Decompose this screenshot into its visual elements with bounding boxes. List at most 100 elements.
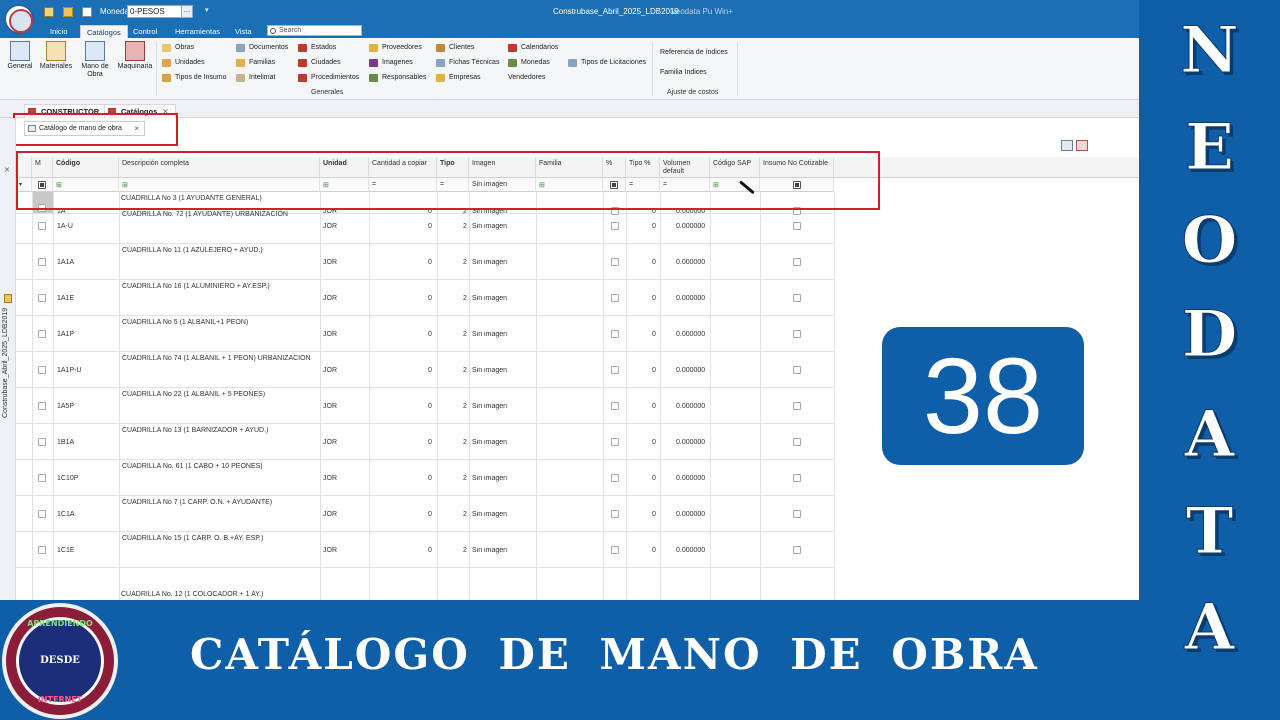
calendarios-button[interactable]: Calendarios [508,43,558,53]
folder-icon[interactable] [4,294,12,303]
side-panel-label[interactable]: Construbase_Abril_2025_LDB2019 [2,308,9,418]
row-insumo-checkbox[interactable] [793,330,801,338]
row-checkbox[interactable] [38,438,46,446]
estados-button[interactable]: Estados [298,43,336,53]
fichas-tecnicas-button[interactable]: Fichas Técnicas [436,58,499,68]
table-row[interactable]: 1C1E CUADRILLA No 15 (1 CARP. O. B.+AY. E… [16,532,834,568]
search-input[interactable]: Search [267,25,362,36]
proveedores-button[interactable]: Proveedores [369,43,422,53]
familia-indices-button[interactable]: Familia Indices [660,68,707,78]
cell-codigo: 1A1P-U [57,367,82,374]
row-insumo-checkbox[interactable] [793,510,801,518]
table-row[interactable]: 1C10P CUADRILLA No. 61 (1 CABO + 10 PEONE… [16,460,834,496]
column-divider [369,192,370,600]
mano-de-obra-button[interactable]: Mano de Obra [77,41,113,79]
table-row[interactable]: 1A5P CUADRILLA No 22 (1 ALBAÑIL + 5 PEONE… [16,388,834,424]
row-checkbox[interactable] [38,546,46,554]
settings-icon[interactable] [1076,140,1088,151]
row-pct-checkbox[interactable] [611,438,619,446]
row-pct-checkbox[interactable] [611,330,619,338]
table-row[interactable]: CUADRILLA No. 12 (1 COLOCADOR + 1 AY.) [16,588,834,600]
row-insumo-checkbox[interactable] [793,474,801,482]
row-insumo-checkbox[interactable] [793,258,801,266]
cell-unidad: JOR [323,547,337,554]
row-insumo-checkbox[interactable] [793,366,801,374]
intelimat-button[interactable]: Intelimat [236,73,275,83]
unidades-button[interactable]: Unidades [162,58,205,68]
unidades-label: Unidades [175,59,205,66]
row-pct-checkbox[interactable] [611,366,619,374]
referencia-indices-button[interactable]: Referencia de índices [660,48,728,58]
row-pct-checkbox[interactable] [611,510,619,518]
cell-tipo-pct: 0 [652,367,656,374]
responsables-button[interactable]: Responsables [369,73,426,83]
row-checkbox[interactable] [38,294,46,302]
tab-vista[interactable]: Vista [229,25,258,38]
table-row[interactable]: 1A1P-U CUADRILLA No 74 (1 ALBAÑIL + 1 PEO… [16,352,834,388]
new-document-icon[interactable] [82,7,92,17]
cell-tipo: 2 [463,367,467,374]
imagenes-icon [369,59,378,67]
materiales-button[interactable]: Materiales [38,41,74,71]
export-icon[interactable] [1061,140,1073,151]
tab-herramientas[interactable]: Herramientas [169,25,226,38]
row-pct-checkbox[interactable] [611,546,619,554]
side-close-icon[interactable]: ✕ [4,166,10,174]
imagenes-button[interactable]: Imagenes [369,58,413,68]
tipos-licitaciones-button[interactable]: Tipos de Licitaciones [568,58,646,68]
row-pct-checkbox[interactable] [611,222,619,230]
open-folder-icon[interactable] [63,7,73,17]
general-button[interactable]: General [2,41,38,71]
empresas-button[interactable]: Empresas [436,73,481,83]
row-checkbox[interactable] [38,474,46,482]
row-checkbox[interactable] [38,222,46,230]
cell-descripcion: CUADRILLA No. 12 (1 COLOCADOR + 1 AY.) [121,591,264,598]
currency-browse-button[interactable]: … [181,5,193,18]
row-insumo-checkbox[interactable] [793,222,801,230]
brand-letter: O [1181,203,1238,278]
table-row[interactable]: 1A1A CUADRILLA No 11 (1 AZULEJERO + AYUD.… [16,244,834,280]
row-checkbox[interactable] [38,330,46,338]
row-pct-checkbox[interactable] [611,294,619,302]
row-insumo-checkbox[interactable] [793,402,801,410]
row-pct-checkbox[interactable] [611,258,619,266]
table-row[interactable]: 1B1A CUADRILLA No 13 (1 BARNIZADOR + AYUD… [16,424,834,460]
cell-volumen: 0.000000 [676,439,706,446]
familias-button[interactable]: Familias [236,58,275,68]
procedimientos-button[interactable]: Procedimientos [298,73,359,83]
monedas-button[interactable]: Monedas [508,58,550,68]
clientes-button[interactable]: Clientes [436,43,474,53]
tab-inicio[interactable]: Inicio [44,25,74,38]
cell-tipo-pct: 0 [652,511,656,518]
row-checkbox[interactable] [38,402,46,410]
cell-unidad: JOR [323,295,337,302]
obras-button[interactable]: Obras [162,43,194,53]
row-pct-checkbox[interactable] [611,402,619,410]
table-row[interactable]: 1C1A CUADRILLA No 7 (1 CARP. O.N. + AYUDA… [16,496,834,532]
table-row[interactable]: 1A-U CUADRILLA No. 72 (1 AYUDANTE) URBANI… [16,208,834,244]
app-logo[interactable] [4,4,34,34]
row-insumo-checkbox[interactable] [793,546,801,554]
quick-access-dropdown[interactable]: ▾ [205,6,209,14]
row-pct-checkbox[interactable] [611,474,619,482]
tab-control[interactable]: Control [127,25,163,38]
tab-catalogos[interactable]: Catálogos [80,25,128,38]
row-checkbox[interactable] [38,366,46,374]
row-insumo-checkbox[interactable] [793,294,801,302]
row-insumo-checkbox[interactable] [793,438,801,446]
table-row[interactable]: 1A1P CUADRILLA No 5 (1 ALBAÑIL+1 PEON) JOR… [16,316,834,352]
fichas-tecnicas-label: Fichas Técnicas [449,59,500,66]
table-row[interactable]: 1A1E CUADRILLA No 16 (1 ALUMINIERO + AY.E… [16,280,834,316]
ciudades-button[interactable]: Ciudades [298,58,341,68]
maquinaria-button[interactable]: Maquinaria [117,41,153,71]
currency-value: 0-PESOS [130,7,165,16]
edit-icon[interactable] [44,7,54,17]
tipos-insumo-button[interactable]: Tipos de Insumo [162,73,227,83]
cell-tipo: 2 [463,475,467,482]
documentos-button[interactable]: Documentos [236,43,288,53]
cell-descripcion: CUADRILLA No 13 (1 BARNIZADOR + AYUD.) [122,427,269,434]
row-checkbox[interactable] [38,258,46,266]
row-checkbox[interactable] [38,510,46,518]
vendedores-button[interactable]: Vendedores [508,73,545,83]
currency-label: Moneda [100,7,129,16]
